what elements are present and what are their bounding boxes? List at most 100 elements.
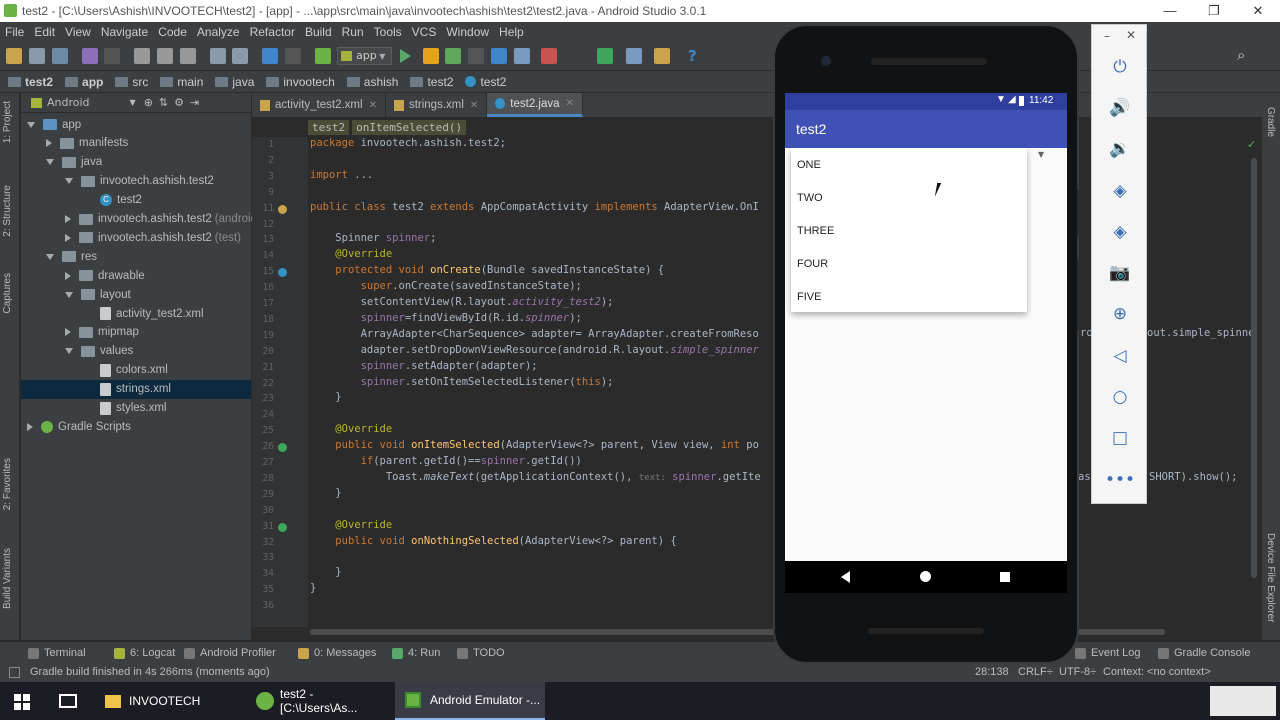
- menu-vcs[interactable]: VCS: [407, 25, 442, 39]
- stop-icon[interactable]: [541, 48, 557, 64]
- taskbar-item-android-studio[interactable]: test2 - [C:\Users\As...: [246, 682, 394, 720]
- emulator-screen[interactable]: ▼ ◢ 11:42 test2 ▼ ONE TWO THREE FOUR FIV…: [785, 93, 1067, 561]
- expand-arrow-icon[interactable]: [65, 348, 73, 355]
- gutter-override-icon[interactable]: [278, 443, 287, 453]
- tab-gradle[interactable]: Gradle: [1265, 107, 1276, 137]
- forward-icon[interactable]: [285, 48, 301, 64]
- tree-item[interactable]: manifests: [46, 134, 128, 153]
- tab-android-profiler[interactable]: Android Profiler: [184, 647, 276, 659]
- hide-panel-icon[interactable]: ⇥: [190, 96, 199, 109]
- open-icon[interactable]: [6, 48, 22, 64]
- tab-favorites[interactable]: 2: Favorites: [2, 458, 13, 510]
- tree-item[interactable]: values: [65, 342, 133, 361]
- breadcrumb-item[interactable]: src: [107, 75, 152, 89]
- tab-todo[interactable]: TODO: [457, 647, 505, 659]
- spinner-item-three[interactable]: THREE: [797, 225, 834, 237]
- zoom-icon[interactable]: ⊕: [1108, 302, 1132, 326]
- tab-terminal[interactable]: Terminal: [28, 647, 86, 659]
- menu-edit[interactable]: Edit: [29, 25, 60, 39]
- tab-project[interactable]: 1: Project: [2, 101, 13, 143]
- expand-arrow-icon[interactable]: [46, 159, 54, 166]
- menu-build[interactable]: Build: [300, 25, 337, 39]
- breadcrumb-item[interactable]: test2: [457, 75, 510, 89]
- overview-button-icon[interactable]: □: [1108, 426, 1132, 450]
- expand-arrow-icon[interactable]: [65, 178, 73, 185]
- breadcrumb-item[interactable]: java: [207, 75, 258, 89]
- home-nav-icon[interactable]: [920, 571, 931, 582]
- breadcrumb-item[interactable]: ashish: [339, 75, 403, 89]
- editor-crumb[interactable]: onItemSelected(): [352, 119, 467, 135]
- minimize-icon[interactable]: —: [1150, 0, 1190, 22]
- tree-item[interactable]: Ctest2: [84, 191, 142, 210]
- menu-run[interactable]: Run: [337, 25, 369, 39]
- tree-item[interactable]: colors.xml: [84, 361, 168, 380]
- menu-view[interactable]: View: [60, 25, 96, 39]
- status-toggle-icon[interactable]: [9, 667, 20, 678]
- home-button-icon[interactable]: ○: [1108, 385, 1132, 409]
- task-view-icon[interactable]: [59, 694, 77, 708]
- back-nav-icon[interactable]: [841, 571, 850, 583]
- menu-navigate[interactable]: Navigate: [96, 25, 153, 39]
- breadcrumb-item[interactable]: app: [57, 75, 107, 89]
- volume-down-icon[interactable]: 🔉: [1108, 137, 1132, 161]
- rotate-right-icon[interactable]: ◈: [1108, 220, 1132, 244]
- sdk-manager-icon[interactable]: [654, 48, 670, 64]
- gutter-override-icon[interactable]: [278, 268, 287, 278]
- editor-tab[interactable]: test2.java ✕: [487, 93, 583, 117]
- scroll-from-source-icon[interactable]: ⊕: [144, 96, 153, 109]
- tab-structure[interactable]: 2: Structure: [2, 185, 13, 237]
- editor-crumb[interactable]: test2: [308, 119, 350, 135]
- back-icon[interactable]: [262, 48, 278, 64]
- windows-start-icon[interactable]: [14, 694, 30, 710]
- collapse-arrow-icon[interactable]: [65, 271, 71, 280]
- panel-minimize-icon[interactable]: –: [1104, 29, 1110, 43]
- breadcrumb-item[interactable]: invootech: [258, 75, 338, 89]
- breadcrumb-item[interactable]: main: [152, 75, 207, 89]
- save-icon[interactable]: [29, 48, 45, 64]
- more-options-icon[interactable]: •••: [1105, 468, 1135, 492]
- tree-item[interactable]: layout: [65, 285, 131, 304]
- project-view-mode[interactable]: Android: [47, 96, 90, 109]
- tab-build-variants[interactable]: Build Variants: [2, 548, 13, 609]
- debug-icon[interactable]: [445, 48, 461, 64]
- find-icon[interactable]: [210, 48, 226, 64]
- help-icon[interactable]: ?: [688, 47, 697, 65]
- run-config-select[interactable]: app ▼: [337, 47, 392, 65]
- editor-tab[interactable]: strings.xml ✕: [386, 93, 488, 117]
- copy-icon[interactable]: [157, 48, 173, 64]
- file-encoding[interactable]: UTF-8÷: [1059, 666, 1096, 678]
- spinner-item-five[interactable]: FIVE: [797, 291, 821, 303]
- menu-refactor[interactable]: Refactor: [245, 25, 300, 39]
- collapse-all-icon[interactable]: ⇅: [159, 96, 168, 109]
- taskbar-item-explorer[interactable]: INVOOTECH: [95, 682, 245, 720]
- tree-item[interactable]: app: [27, 115, 81, 134]
- tree-item[interactable]: strings.xml: [21, 379, 251, 399]
- settings-gear-icon[interactable]: ⚙: [174, 96, 184, 109]
- maximize-icon[interactable]: ❐: [1194, 0, 1234, 22]
- tab-gradle-console[interactable]: Gradle Console: [1158, 647, 1250, 659]
- tree-item[interactable]: res: [46, 247, 97, 266]
- tree-item[interactable]: invootech.ashish.test2: [65, 172, 214, 191]
- close-icon[interactable]: ✕: [1238, 0, 1278, 22]
- taskbar-item-emulator[interactable]: Android Emulator -...: [395, 682, 545, 720]
- tree-item[interactable]: styles.xml: [84, 399, 166, 418]
- paste-icon[interactable]: [180, 48, 196, 64]
- tree-item[interactable]: invootech.ashish.test2 (test): [65, 228, 241, 247]
- expand-arrow-icon[interactable]: [27, 121, 35, 128]
- collapse-arrow-icon[interactable]: [65, 233, 71, 242]
- breadcrumb-item[interactable]: test2: [0, 75, 57, 89]
- panel-close-icon[interactable]: ✕: [1126, 28, 1136, 42]
- gutter-class-icon[interactable]: [278, 204, 287, 214]
- tab-captures[interactable]: Captures: [2, 273, 13, 314]
- collapse-arrow-icon[interactable]: [46, 139, 52, 148]
- replace-icon[interactable]: [232, 48, 248, 64]
- line-separator[interactable]: CRLF÷: [1018, 666, 1053, 678]
- phone-side-button[interactable]: [1077, 190, 1082, 235]
- sync-icon[interactable]: [52, 48, 68, 64]
- breadcrumb-item[interactable]: test2: [402, 75, 457, 89]
- editor-scrollbar[interactable]: [1251, 158, 1257, 578]
- menu-window[interactable]: Window: [441, 25, 494, 39]
- collapse-arrow-icon[interactable]: [65, 328, 71, 337]
- rotate-left-icon[interactable]: ◈: [1108, 179, 1132, 203]
- menu-file[interactable]: File: [0, 25, 29, 39]
